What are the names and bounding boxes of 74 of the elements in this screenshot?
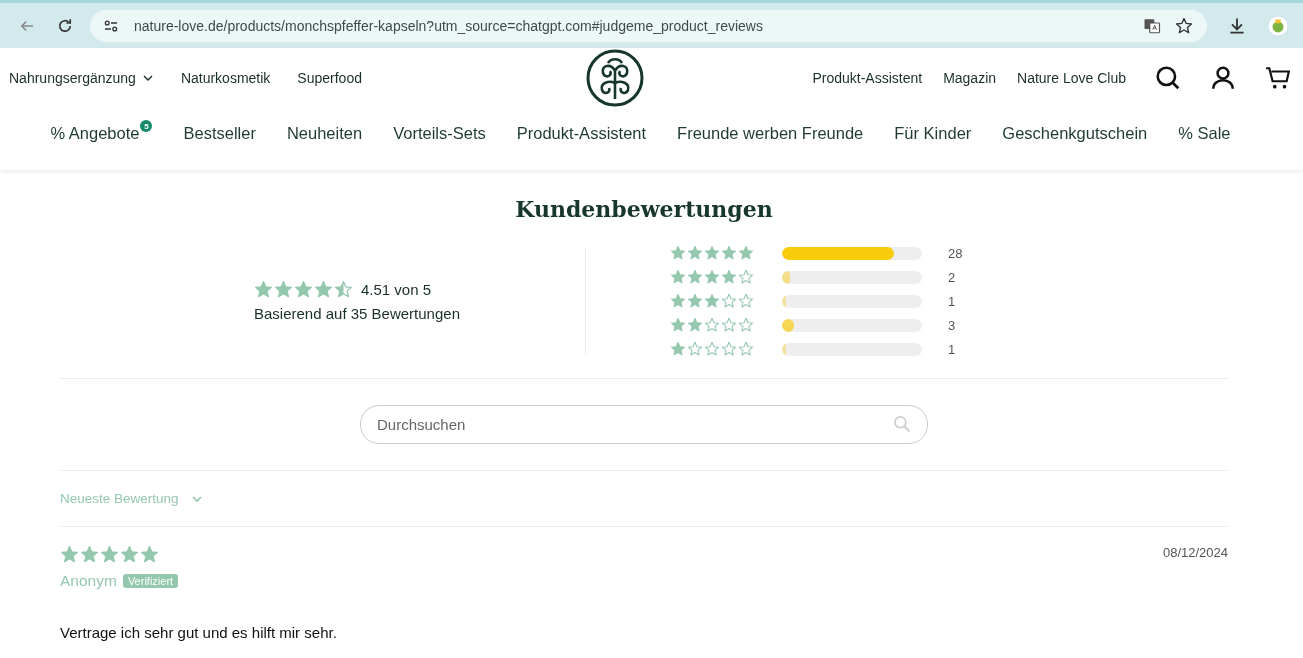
star-icon [687,269,703,285]
verified-badge: Verifiziert [122,574,179,588]
nav-link[interactable]: Bestseller [183,123,256,143]
nav-link[interactable]: Produkt-Assistent [516,123,647,143]
star-icon [670,341,686,357]
star-outline-icon [721,317,737,333]
star-icon [721,245,737,261]
star-icon [294,280,313,299]
search-icon[interactable] [1155,65,1181,91]
search-icon [892,414,912,434]
star-icon [721,269,737,285]
star-icon [670,269,686,285]
nav-link[interactable]: Vorteils-Sets [393,123,486,143]
review-count: Basierend auf 35 Bewertungen [254,305,460,322]
star-outline-icon [721,341,737,357]
rating-count: 1 [948,293,956,309]
nav-link[interactable]: Nature Love Club [1017,70,1126,86]
rating-count: 3 [948,317,956,333]
star-outline-icon [704,317,720,333]
cart-icon[interactable] [1265,65,1291,91]
nav-link[interactable]: % Angebote [50,123,140,143]
star-outline-icon [721,293,737,309]
rating-count: 28 [948,245,963,261]
account-icon[interactable] [1210,65,1236,91]
nav-link[interactable]: Magazin [943,70,997,86]
star-icon [80,545,99,564]
nav-link[interactable]: Geschenkgutschein [1002,123,1148,143]
nav-link[interactable]: % Sale [1178,123,1231,143]
section-title: Kundenbewertungen [514,196,774,222]
address-bar[interactable]: nature-love.de/products/monchspfeffer-kapseln?utm_source=chatgpt.com#judgeme_product_reviews [90,9,1207,42]
nav-link[interactable]: Naturkosmetik [180,70,271,86]
url-text: nature-love.de/products/monchspfeffer-kapseln?utm_source=chatgpt.com#judgeme_product_reviews [134,17,763,34]
star-icon [704,293,720,309]
nav-link[interactable]: Freunde werben Freunde [677,123,864,143]
star-icon [704,245,720,261]
half-star-icon [334,280,353,299]
star-icon [60,545,79,564]
star-icon [120,545,139,564]
star-icon [670,317,686,333]
star-icon [670,245,686,261]
nav-link[interactable]: Nahrungsergänzung [9,70,154,86]
star-icon [687,317,703,333]
star-icon [100,545,119,564]
star-icon [687,293,703,309]
bookmark-star-icon[interactable] [1175,16,1193,35]
star-outline-icon [687,341,703,357]
star-icon [738,245,754,261]
star-icon [670,293,686,309]
star-icon [687,245,703,261]
star-outline-icon [738,317,754,333]
star-outline-icon [738,293,754,309]
search-field[interactable]: Durchsuchen [360,405,928,444]
star-icon [254,280,273,299]
star-outline-icon [704,341,720,357]
nav-link[interactable]: Neuheiten [286,123,363,143]
nav-link[interactable]: Produkt-Assistent [812,70,923,86]
star-icon [314,280,333,299]
star-icon [140,545,159,564]
star-outline-icon [738,341,754,357]
author-name: Anonym [60,572,117,590]
review-date: 08/12/2024 [1162,545,1228,560]
average-rating: 4.51 von 5 [361,281,432,298]
rating-count: 1 [948,341,956,357]
review-text: Vertrage ich sehr gut und es hilft mir sehr. [60,624,338,641]
star-outline-icon [738,269,754,285]
star-icon [274,280,293,299]
translate-icon[interactable] [1143,16,1161,35]
nav-link[interactable]: Für Kinder [894,123,972,143]
count-badge: 5 [140,120,153,132]
reload-icon[interactable] [56,16,74,35]
nav-link[interactable]: Superfood [297,70,362,86]
star-icon [704,269,720,285]
rating-count: 2 [948,269,956,285]
tree-logo[interactable] [586,49,644,107]
